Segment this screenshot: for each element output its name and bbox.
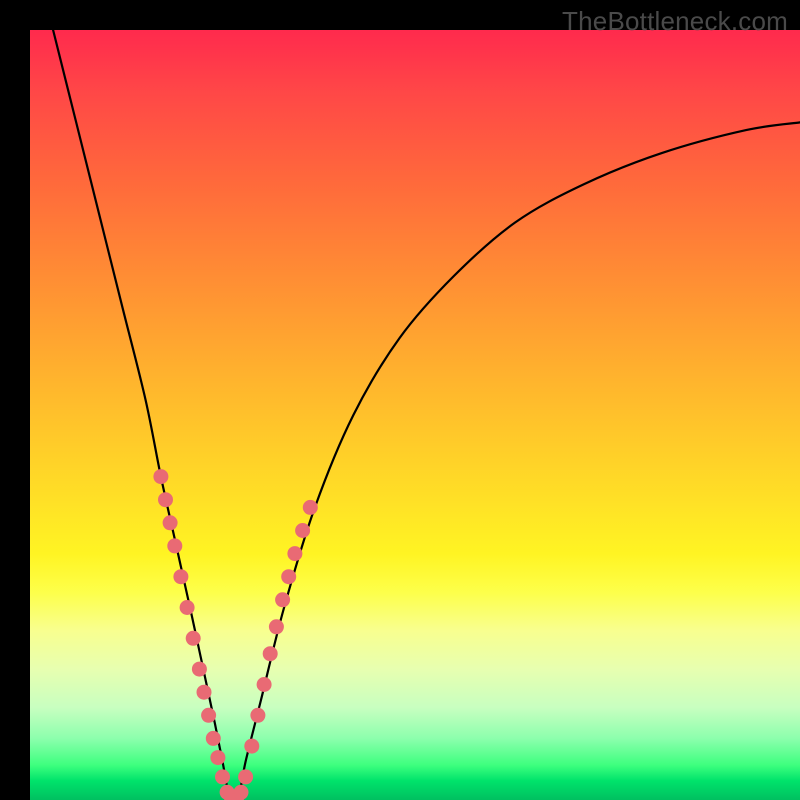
data-marker — [163, 515, 178, 530]
data-marker — [201, 708, 216, 723]
data-marker — [173, 569, 188, 584]
data-marker — [295, 523, 310, 538]
data-marker — [269, 619, 284, 634]
data-marker — [180, 600, 195, 615]
data-marker — [303, 500, 318, 515]
data-marker — [234, 785, 249, 800]
data-marker — [275, 592, 290, 607]
data-marker — [215, 769, 230, 784]
data-marker — [281, 569, 296, 584]
marker-group — [153, 469, 317, 800]
data-marker — [210, 750, 225, 765]
data-marker — [287, 546, 302, 561]
data-marker — [244, 739, 259, 754]
bottleneck-curve — [53, 30, 800, 800]
data-marker — [167, 538, 182, 553]
chart-frame: TheBottleneck.com — [0, 0, 800, 800]
data-marker — [186, 631, 201, 646]
data-marker — [238, 769, 253, 784]
data-marker — [192, 662, 207, 677]
data-marker — [153, 469, 168, 484]
data-marker — [197, 685, 212, 700]
watermark-text: TheBottleneck.com — [562, 6, 788, 37]
data-marker — [250, 708, 265, 723]
plot-area — [30, 30, 800, 800]
data-marker — [158, 492, 173, 507]
chart-svg — [30, 30, 800, 800]
data-marker — [263, 646, 278, 661]
data-marker — [206, 731, 221, 746]
data-marker — [257, 677, 272, 692]
